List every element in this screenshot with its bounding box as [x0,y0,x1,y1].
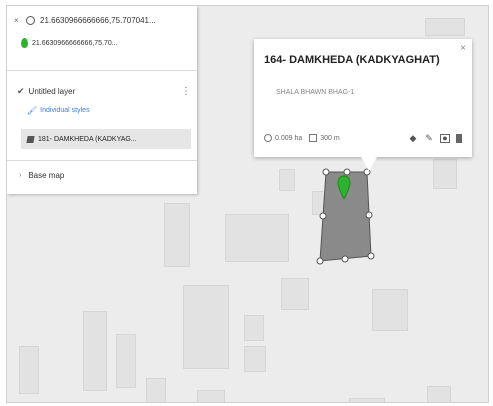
perimeter-value: 300 m [320,134,340,142]
camera-icon[interactable]: ● [440,133,450,143]
paint-roller-icon: 🖌 [27,105,38,115]
popup-pointer [361,157,377,171]
layer-checkbox-icon[interactable]: ✔ [17,86,25,97]
area-icon [264,134,272,142]
layers-panel: × 21.6630966666666,75.707041... 21.66309… [7,6,197,194]
layer-title[interactable]: Untitled layer [29,87,76,96]
popup-description[interactable]: SHALA BHAWN BHAG-1 [276,89,354,96]
area-value: 0.009 ha [275,134,303,142]
search-row: × 21.6630966666666,75.707041... [7,11,197,29]
layer-feature-label: 181- DAMKHEDA (KADKYAG... [38,135,137,143]
search-icon [26,15,35,25]
search-result[interactable]: 21.6630966666666,75.70... [7,35,197,51]
chevron-right-icon: › [19,171,22,179]
individual-styles-link[interactable]: Individual styles [40,107,89,114]
map-pin-icon[interactable] [337,175,351,201]
layer-header: ✔ Untitled layer ⋮ [7,83,197,99]
location-pin-icon [21,38,28,48]
paint-bucket-icon[interactable]: ◆ [408,133,418,143]
search-result-text: 21.6630966666666,75.70... [32,39,118,47]
base-map-label: Base map [28,170,65,180]
popup-close-button[interactable]: × [460,43,466,54]
polygon-shape-icon [26,135,35,143]
popup-footer: 0.009 ha 300 m ◆ ✎ ● [264,132,462,144]
layer-feature-item[interactable]: 181- DAMKHEDA (KADKYAG... [21,129,191,149]
layer-styles[interactable]: 🖌 Individual styles [7,103,197,117]
perimeter-icon [309,134,318,142]
map-viewport[interactable]: × 21.6630966666666,75.707041... 21.66309… [6,5,489,403]
popup-title[interactable]: 164- DAMKHEDA (KADKYAGHAT) [264,54,440,66]
layer-options-icon[interactable]: ⋮ [181,86,191,97]
trash-icon[interactable] [456,133,462,143]
search-query[interactable]: 21.6630966666666,75.707041... [40,16,156,25]
feature-info-popup: × 164- DAMKHEDA (KADKYAGHAT) SHALA BHAWN… [254,39,472,157]
pencil-icon[interactable]: ✎ [424,133,434,143]
close-search-button[interactable]: × [14,16,26,25]
base-map-row[interactable]: › Base map [7,167,197,183]
